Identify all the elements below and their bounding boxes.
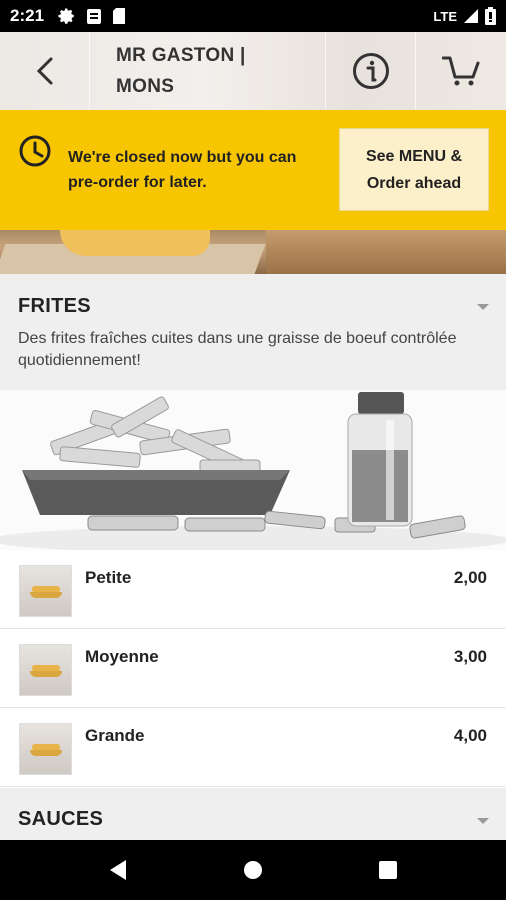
closed-message: We're closed now but you can pre-order f… — [68, 149, 297, 191]
cart-button[interactable] — [416, 32, 506, 110]
section-title: FRITES — [18, 295, 91, 317]
item-name: Moyenne — [85, 647, 159, 666]
item-price: 3,00 — [453, 647, 487, 666]
cart-icon — [442, 56, 480, 86]
nav-home-button[interactable] — [233, 850, 273, 890]
clock-icon — [19, 135, 51, 167]
chevron-down-icon — [477, 818, 489, 824]
status-icons — [58, 7, 126, 25]
frites-section-image — [0, 390, 506, 550]
item-thumbnail — [19, 723, 72, 775]
see-menu-order-button[interactable]: See MENU & Order ahead — [339, 128, 489, 211]
back-triangle-icon — [109, 860, 126, 880]
item-name: Grande — [85, 726, 145, 745]
gear-icon — [58, 8, 74, 24]
info-button[interactable] — [326, 32, 416, 110]
status-bar: 2:21 LTE — [0, 0, 506, 32]
back-button[interactable] — [0, 32, 90, 110]
item-price: 2,00 — [453, 568, 487, 587]
item-thumbnail — [19, 565, 72, 617]
section-description: Des frites fraîches cuites dans une grai… — [18, 330, 457, 369]
section-header-frites[interactable]: FRITES Des frites fraîches cuites dans u… — [0, 274, 506, 390]
item-name: Petite — [85, 568, 132, 587]
closed-banner: We're closed now but you can pre-order f… — [0, 110, 506, 230]
hero-image — [0, 230, 506, 274]
network-label: LTE — [433, 8, 457, 24]
recents-square-icon — [379, 861, 398, 879]
status-right: LTE — [433, 7, 496, 25]
item-price: 4,00 — [453, 726, 487, 745]
system-nav-bar — [0, 840, 506, 900]
section-title: SAUCES — [18, 808, 104, 830]
menu-item-grande[interactable]: Grande 4,00 — [0, 709, 506, 787]
chevron-down-icon — [477, 304, 489, 310]
clipboard-icon — [87, 9, 102, 24]
header-title-cell: MR GASTON | MONS — [90, 32, 326, 110]
nav-back-button[interactable] — [98, 850, 138, 890]
page-title: MR GASTON | MONS — [116, 45, 246, 97]
item-thumbnail — [19, 644, 72, 696]
status-time: 2:21 — [10, 6, 45, 25]
nav-recents-button[interactable] — [368, 850, 408, 890]
home-circle-icon — [243, 861, 262, 879]
info-icon — [352, 53, 389, 89]
app-header: MR GASTON | MONS — [0, 32, 506, 110]
back-arrow-icon — [36, 57, 52, 85]
signal-icon — [464, 9, 478, 23]
section-header-sauces[interactable]: SAUCES — [0, 788, 506, 840]
menu-item-moyenne[interactable]: Moyenne 3,00 — [0, 630, 506, 708]
menu-item-petite[interactable]: Petite 2,00 — [0, 551, 506, 629]
battery-icon — [485, 7, 496, 25]
see-menu-order-label: See MENU & Order ahead — [365, 147, 463, 192]
sim-icon — [113, 8, 126, 24]
